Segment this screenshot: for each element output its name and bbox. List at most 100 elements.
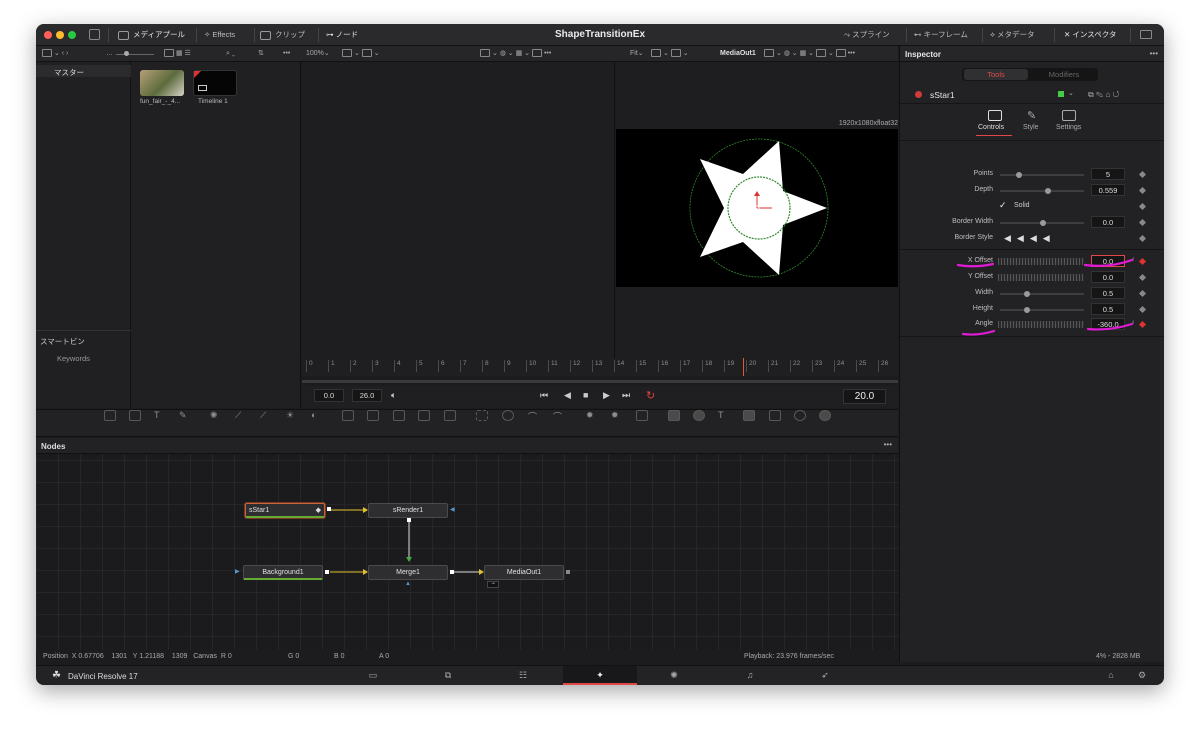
node-merge1[interactable]: Merge1: [368, 565, 448, 580]
keyframes-icon: ⊷: [914, 30, 924, 39]
curve-tool-icon[interactable]: ⟋: [235, 410, 247, 421]
options-dots-icon[interactable]: •••: [283, 49, 290, 59]
text-tool-icon[interactable]: T: [154, 410, 166, 421]
merge-output-port[interactable]: [450, 570, 454, 574]
tool-icon-c[interactable]: [393, 410, 405, 421]
fairlight-page-icon[interactable]: ♫: [744, 670, 756, 681]
home-icon[interactable]: ⌂: [1105, 670, 1117, 681]
sphere3d-icon[interactable]: [819, 410, 831, 421]
time-scrollbar[interactable]: [302, 380, 898, 383]
light3d-icon[interactable]: [794, 410, 806, 421]
tool-icon-a[interactable]: [342, 410, 354, 421]
text3d-icon[interactable]: T: [718, 410, 730, 421]
inspector-button[interactable]: ✕ インスペクタ: [1064, 24, 1116, 46]
keyframes-button[interactable]: ⊷ キーフレーム: [914, 24, 968, 46]
play-icon[interactable]: ▶: [603, 390, 610, 401]
edit-page-icon[interactable]: ☷: [517, 670, 529, 681]
right-viewer-icons[interactable]: ⌄ ⌄: [651, 49, 689, 59]
ruler-tick: 4: [394, 360, 401, 372]
ruler-tick: 18: [702, 360, 712, 372]
ruler-tick: 15: [636, 360, 646, 372]
ruler-tick: 17: [680, 360, 690, 372]
background-output-port[interactable]: [325, 570, 329, 574]
davinci-logo-icon: ☘: [52, 670, 61, 681]
particle-emitter-icon[interactable]: ✹: [586, 410, 598, 421]
mediaout-output-port[interactable]: [566, 570, 570, 574]
zoom-select[interactable]: 100%⌄: [306, 49, 330, 59]
master-bin[interactable]: マスター: [54, 67, 84, 78]
render-end-field[interactable]: 26.0: [352, 389, 382, 402]
shape3d-icon[interactable]: [668, 410, 680, 421]
node-srender1[interactable]: sRender1: [368, 503, 448, 518]
sort-icon[interactable]: ⇅: [258, 49, 264, 59]
right-viewer[interactable]: 1920x1080xfloat32: [616, 62, 898, 358]
step-back-icon[interactable]: ◀: [564, 390, 571, 401]
panel-toggle-icon[interactable]: ⌄ ‹ ›: [42, 49, 68, 59]
curve2-tool-icon[interactable]: ⟋: [260, 410, 272, 421]
settings-gear-icon[interactable]: ⚙: [1136, 670, 1148, 681]
tool-icon-e[interactable]: [444, 410, 456, 421]
fullscreen-icon[interactable]: [1140, 30, 1152, 39]
search-icon[interactable]: ⌕ ⌄: [226, 49, 235, 59]
transport-bar: 0.0 26.0 🔈︎ ⏮︎ ◀ ■ ▶ ⏭︎ ↻ 20.0: [302, 386, 898, 408]
viewer-toolbar: ⌄ ‹ › … ▦ ☰ ⌕ ⌄ ⇅ ••• 100%⌄ ⌄ ⌄ ⌄ ◍ ⌄ ▦ …: [36, 46, 898, 62]
node-editor[interactable]: Nodes ••• sStar1 ◆ sRender1 ◀ ▶ Backgroun…: [36, 438, 898, 650]
paint-tool-icon[interactable]: ✎: [179, 410, 191, 421]
brightness-tool-icon[interactable]: ☀: [286, 410, 298, 421]
camera3d-icon[interactable]: [743, 410, 755, 421]
clip-thumbnail[interactable]: [140, 70, 184, 96]
viewer-layout-icons[interactable]: ⌄ ⌄: [342, 49, 380, 59]
merge-tool-icon[interactable]: [129, 410, 141, 421]
page-bar: ☘ DaVinci Resolve 17 ▭ ⧉ ☷ ✦ ✺ ♫ ➶ ⌂ ⚙: [36, 665, 1164, 685]
playhead[interactable]: [743, 358, 744, 376]
spline-button[interactable]: ⤳ スプライン: [844, 24, 890, 46]
particle-tool-icon[interactable]: ✺: [210, 410, 222, 421]
ruler-tick: 9: [504, 360, 511, 372]
view-mode-icons[interactable]: ▦ ☰: [164, 49, 191, 59]
media-page-icon[interactable]: ▭: [367, 670, 379, 681]
particle-render-icon[interactable]: ✹: [611, 410, 623, 421]
time-ruler[interactable]: 0 1 2 3 4 5 6 7 8 9 10 11 12 13 14 15 16 17 18 19 20 21 22 23 24…: [302, 358, 898, 376]
stop-icon[interactable]: ■: [583, 390, 588, 400]
render-start-field[interactable]: 0.0: [314, 389, 344, 402]
bspline-mask-icon[interactable]: ⌒: [553, 410, 565, 422]
color-page-icon[interactable]: ✺: [668, 670, 680, 681]
loop-icon[interactable]: ↻: [646, 389, 655, 402]
polygon-mask-icon[interactable]: ⌒: [528, 410, 540, 422]
metadata-button[interactable]: ⟡ メタデータ: [990, 24, 1035, 46]
thumbnail-size-slider[interactable]: [124, 51, 129, 56]
ellipse-mask-icon[interactable]: [502, 410, 514, 421]
ruler-tick: 25: [856, 360, 866, 372]
srender-output-port[interactable]: [407, 518, 411, 522]
viewer-canvas[interactable]: [616, 129, 898, 287]
bg-tool-icon[interactable]: [104, 410, 116, 421]
go-to-end-icon[interactable]: ⏭︎: [622, 390, 630, 401]
particle-tool-icon-2[interactable]: [636, 410, 648, 421]
merge3d-icon[interactable]: [693, 410, 705, 421]
node-sstar1[interactable]: sStar1 ◆: [245, 503, 325, 518]
fusion-page-icon[interactable]: ✦: [594, 670, 606, 681]
current-time-field[interactable]: 20.0: [843, 389, 886, 404]
node-background1[interactable]: Background1: [243, 565, 323, 580]
cut-page-icon[interactable]: ⧉: [442, 670, 454, 681]
tool-icon-b[interactable]: [367, 410, 379, 421]
tool-icon-d[interactable]: [418, 410, 430, 421]
ruler-tick: 20: [746, 360, 756, 372]
ruler-tick: 11: [548, 360, 558, 372]
more-dots-icon[interactable]: …: [106, 49, 113, 59]
fit-select[interactable]: Fit⌄: [630, 49, 644, 59]
sstar-output-port[interactable]: [327, 507, 331, 511]
right-viewer-tools[interactable]: ⌄ ◍ ⌄ ▦ ⌄ ⌄ •••: [764, 49, 855, 59]
blur-tool-icon[interactable]: ◐: [311, 410, 323, 421]
renderer3d-icon[interactable]: [769, 410, 781, 421]
speaker-icon[interactable]: 🔈︎: [391, 390, 396, 401]
go-to-start-icon[interactable]: ⏮︎: [540, 390, 548, 401]
rectangle-mask-icon[interactable]: [476, 410, 488, 421]
deliver-page-icon[interactable]: ➶: [819, 670, 831, 681]
node-view-icon: ◆: [315, 507, 321, 514]
timeline-thumbnail[interactable]: [193, 70, 237, 96]
node-mediaout1[interactable]: MediaOut1: [484, 565, 564, 580]
left-viewer-tools[interactable]: ⌄ ◍ ⌄ ▦ ⌄ •••: [480, 49, 551, 59]
keywords-bin[interactable]: Keywords: [57, 354, 90, 363]
left-viewer[interactable]: [302, 62, 615, 358]
